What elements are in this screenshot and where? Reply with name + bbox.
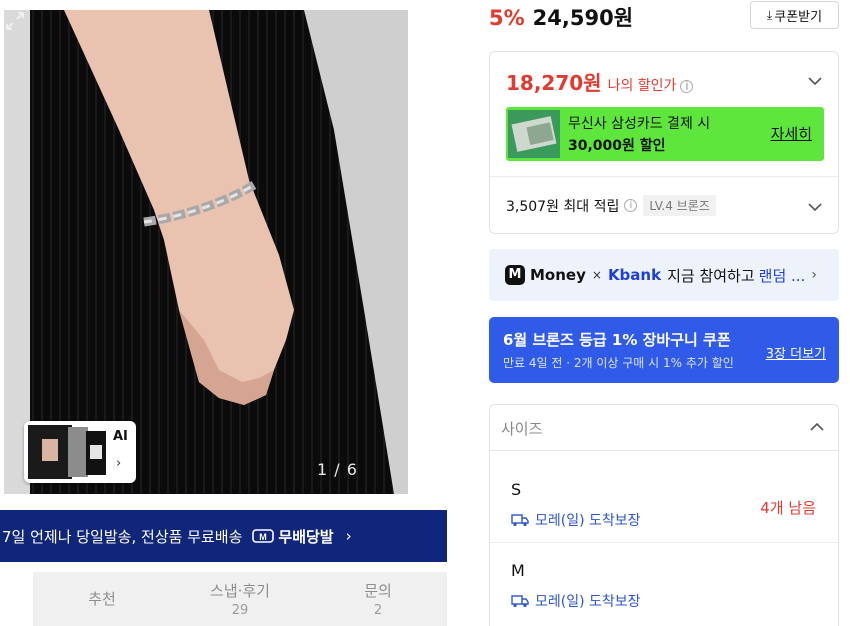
price-row: 5% 24,590원 bbox=[489, 2, 633, 32]
coupon-button-label: 쿠폰받기 bbox=[774, 9, 823, 25]
size-select-header[interactable]: 사이즈 bbox=[490, 405, 838, 451]
chevron-right-icon: › bbox=[116, 456, 122, 471]
size-option-name: M bbox=[511, 561, 525, 580]
card-promo-detail-link[interactable]: 자세히 bbox=[771, 123, 812, 144]
card-promo-line1: 무신사 삼성카드 결제 시 bbox=[568, 116, 711, 132]
stock-left: 4개 남음 bbox=[760, 499, 816, 517]
money-kbank-banner[interactable]: M Money × Kbank 지금 참여하고 랜덤 ... › bbox=[489, 249, 839, 301]
tab-label: 스냅·후기 bbox=[210, 582, 270, 600]
benefit-card: 18,270원 나의 할인가 i 무신사 삼성카드 결제 시 30,000원 할… bbox=[489, 51, 839, 234]
coupon-banner-subtitle: 만료 4일 전 · 2개 이상 구매 시 1% 추가 할인 bbox=[503, 356, 734, 370]
money-logo-icon: M bbox=[505, 265, 525, 285]
chevron-right-icon: › bbox=[811, 267, 817, 283]
card-promo-line2: 30,000원 할인 bbox=[568, 138, 666, 154]
chevron-down-icon[interactable] bbox=[808, 202, 822, 212]
delivery-guarantee: 모레(일) 도착보장 bbox=[511, 510, 641, 530]
ai-thumbnail-images bbox=[28, 425, 106, 479]
chevron-up-icon bbox=[810, 422, 824, 431]
my-discount-price[interactable]: 18,270원 나의 할인가 i bbox=[506, 67, 694, 96]
grade-coupon-banner[interactable]: 6월 브론즈 등급 1% 장바구니 쿠폰 만료 4일 전 · 2개 이상 구매 … bbox=[489, 317, 839, 383]
reward-points[interactable]: 3,507원 최대 적립 i LV.4 브론즈 bbox=[506, 195, 716, 216]
product-photo[interactable]: AI › 1 / 6 bbox=[4, 10, 408, 494]
coupon-download-button[interactable]: ⤓ 쿠폰받기 bbox=[750, 1, 839, 29]
product-tabs: 추천 스냅·후기 29 문의 2 bbox=[33, 572, 447, 626]
download-icon: ⤓ bbox=[766, 7, 773, 22]
tab-label: 문의 bbox=[364, 582, 392, 600]
size-placeholder: 사이즈 bbox=[501, 420, 543, 438]
product-gallery-column: AI › 1 / 6 7일 언제나 당일발송, 전상품 무료배송 M 무배당발 … bbox=[0, 0, 470, 626]
info-icon[interactable]: i bbox=[624, 199, 638, 212]
divider bbox=[490, 176, 838, 177]
svg-text:M: M bbox=[260, 532, 268, 542]
times-symbol: × bbox=[591, 268, 602, 282]
free-shipping-badge: 무배당발 bbox=[278, 527, 334, 546]
tab-label: 추천 bbox=[88, 590, 116, 608]
delivery-guarantee: 모레(일) 도착보장 bbox=[511, 591, 641, 611]
card-promo-banner[interactable]: 무신사 삼성카드 결제 시 30,000원 할인 자세히 bbox=[506, 107, 824, 161]
points-text: 3,507원 최대 적립 bbox=[506, 198, 620, 215]
money-banner-highlight: 랜덤 ... bbox=[758, 266, 806, 285]
my-price-amount: 18,270원 bbox=[506, 71, 602, 95]
delivery-truck-icon: M bbox=[252, 529, 275, 543]
size-option-name: S bbox=[511, 480, 522, 499]
size-select: 사이즈 S 모레(일) 도착보장 4개 남음 M 모레(일) 도착보장 bbox=[489, 404, 839, 626]
my-price-label: 나의 할인가 bbox=[607, 78, 677, 94]
money-banner-text: 지금 참여하고 bbox=[667, 266, 755, 285]
delivery-truck-icon bbox=[511, 595, 529, 608]
tab-count: 29 bbox=[231, 603, 249, 618]
chevron-right-icon: › bbox=[345, 527, 352, 545]
ai-recommend-thumbnail[interactable]: AI › bbox=[24, 421, 136, 483]
tab-recommend[interactable]: 추천 bbox=[33, 572, 171, 626]
delivery-text: 모레(일) 도착보장 bbox=[535, 513, 641, 529]
discount-rate: 5% bbox=[489, 6, 525, 30]
coupon-more-link[interactable]: 3장 더보기 bbox=[766, 343, 826, 362]
tab-snap-review[interactable]: 스냅·후기 29 bbox=[171, 572, 309, 626]
delivery-truck-icon bbox=[511, 514, 529, 527]
tab-count: 2 bbox=[373, 603, 383, 618]
kbank-label: Kbank bbox=[607, 266, 662, 284]
ai-label: AI bbox=[113, 429, 128, 444]
card-image bbox=[508, 110, 560, 158]
size-option-s[interactable]: S 모레(일) 도착보장 4개 남음 bbox=[490, 462, 838, 542]
expand-icon[interactable] bbox=[4, 10, 26, 32]
member-level-badge: LV.4 브론즈 bbox=[643, 195, 716, 216]
money-label: Money bbox=[530, 266, 586, 284]
sale-price: 24,590원 bbox=[532, 6, 634, 30]
shipping-banner[interactable]: 7일 언제나 당일발송, 전상품 무료배송 M 무배당발 › bbox=[0, 510, 447, 562]
shipping-banner-text: 7일 언제나 당일발송, 전상품 무료배송 bbox=[2, 527, 243, 546]
tab-inquiry[interactable]: 문의 2 bbox=[309, 572, 447, 626]
delivery-text: 모레(일) 도착보장 bbox=[535, 594, 641, 610]
image-page-indicator: 1 / 6 bbox=[317, 460, 358, 479]
info-icon[interactable]: i bbox=[680, 80, 694, 93]
size-option-m[interactable]: M 모레(일) 도착보장 bbox=[490, 543, 838, 623]
coupon-banner-title: 6월 브론즈 등급 1% 장바구니 쿠폰 bbox=[503, 331, 731, 349]
chevron-down-icon[interactable] bbox=[808, 76, 822, 86]
